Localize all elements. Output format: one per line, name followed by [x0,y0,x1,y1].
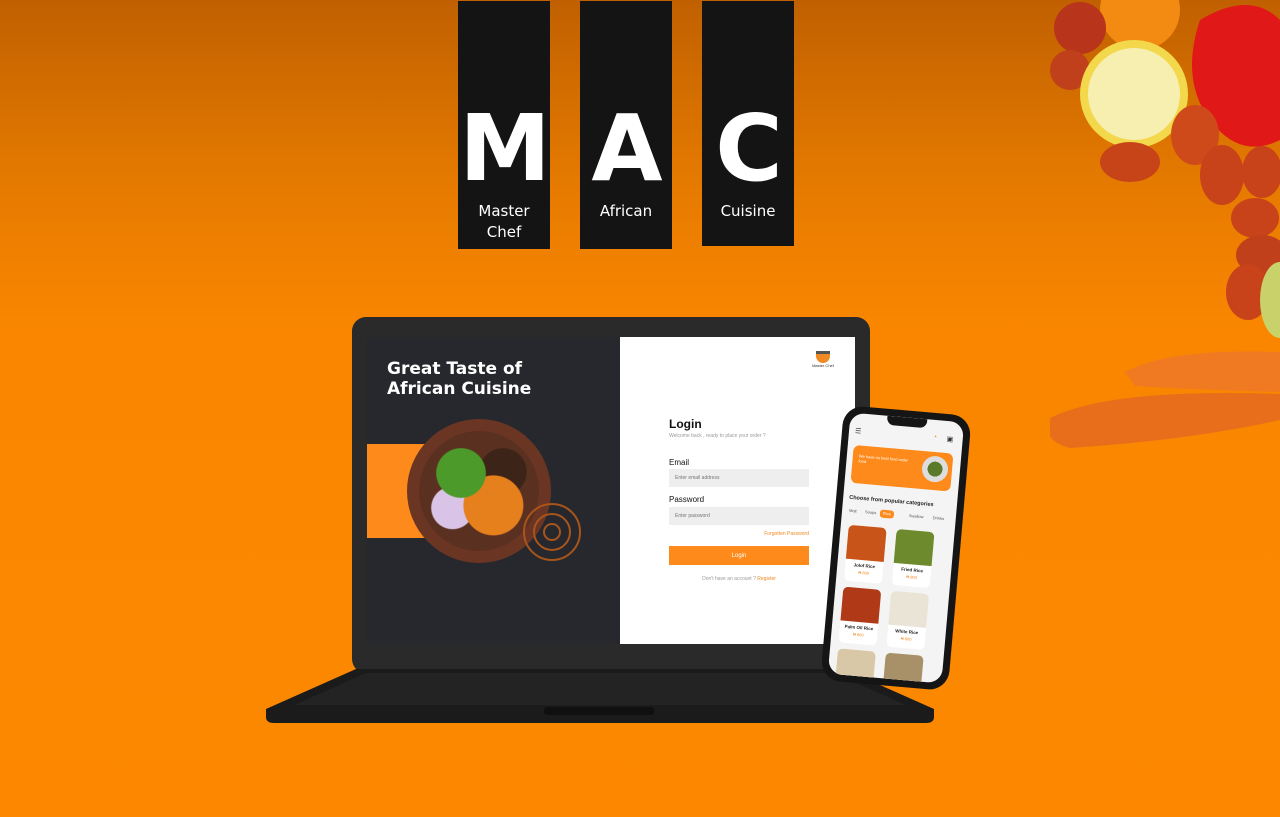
logo-text: Master Chef [812,363,834,368]
brand-word: Cuisine [720,202,776,220]
master-chef-logo: Master Chef [811,351,835,368]
hero-panel: Great Taste of African Cuisine [367,337,620,644]
login-panel: Master Chef Login Welcome back , ready t… [620,337,855,644]
brand-tile-c: C Cuisine [702,1,794,246]
food-image [840,586,882,624]
password-label: Password [669,495,705,504]
forgotten-password-link[interactable]: Forgotten Password [764,531,809,537]
spiral-decoration-icon [523,503,581,561]
category-tab[interactable]: Drinks [929,514,947,523]
brand-tile-a: A African [580,1,672,249]
category-tab[interactable]: Swallow [906,512,927,522]
brand-letter: C [715,95,783,202]
food-card[interactable]: Palm Oil Rice ₦ 800 [838,586,882,646]
laptop-screen: Great Taste of African Cuisine Master Ch… [367,337,855,644]
bowl-icon [816,351,830,363]
category-tab[interactable]: Soups [862,508,880,517]
login-button[interactable]: Login [669,546,809,565]
brand-tile-m: M Master Chef [458,1,551,249]
password-field[interactable] [669,507,809,525]
register-link[interactable]: Register [757,576,776,582]
cart-icon[interactable]: ▣ [946,435,953,444]
login-title: Login [669,417,702,431]
promo-food-image [920,455,950,484]
menu-icon[interactable]: ☰ [855,427,862,436]
food-price: ₦ 800 [852,631,864,638]
register-prompt-text: Don't have an account ? [702,576,756,582]
phone-notch [886,415,928,429]
promo-text: We have no best food order food [858,453,909,465]
login-subtitle: Welcome back , ready to place your order… [669,433,766,439]
food-card[interactable]: Fried Rice ₦ 800 [891,528,935,589]
food-image [845,524,887,562]
food-price: ₦ 800 [900,635,912,642]
food-image [893,528,935,567]
promo-banner[interactable]: We have no best food order food [850,444,954,492]
phone-screen: ☰ ◔ ▣ We have no best food order food Ch… [827,412,965,684]
brand-letter: M [459,95,551,202]
food-image [888,590,930,628]
notification-icon[interactable]: ◔ [932,434,937,441]
food-card[interactable]: White Rice ₦ 800 [886,590,930,650]
category-tabs: Mojt Soups Rice Swallow Drinks [846,507,965,527]
category-tab[interactable]: Mojt [846,507,860,516]
register-prompt: Don't have an account ? Register [669,576,809,582]
brand-word: Master Chef [478,202,530,241]
phone-mockup: ☰ ◔ ▣ We have no best food order food Ch… [820,404,972,692]
food-card[interactable]: Jolof Rice ₦ 800 [843,524,887,584]
category-tab-active[interactable]: Rice [879,509,895,519]
brand-letter: A [591,95,662,202]
food-card[interactable] [835,648,876,682]
food-price: ₦ 800 [905,574,918,580]
email-label: Email [669,458,690,467]
hero-title: Great Taste of African Cuisine [387,359,532,399]
brand-word: African [599,202,653,220]
email-field[interactable] [669,469,809,487]
categories-title: Choose from popular categories [848,494,934,509]
food-card[interactable] [883,652,924,684]
food-price: ₦ 800 [858,569,870,576]
vegetables-image [1050,0,1280,448]
